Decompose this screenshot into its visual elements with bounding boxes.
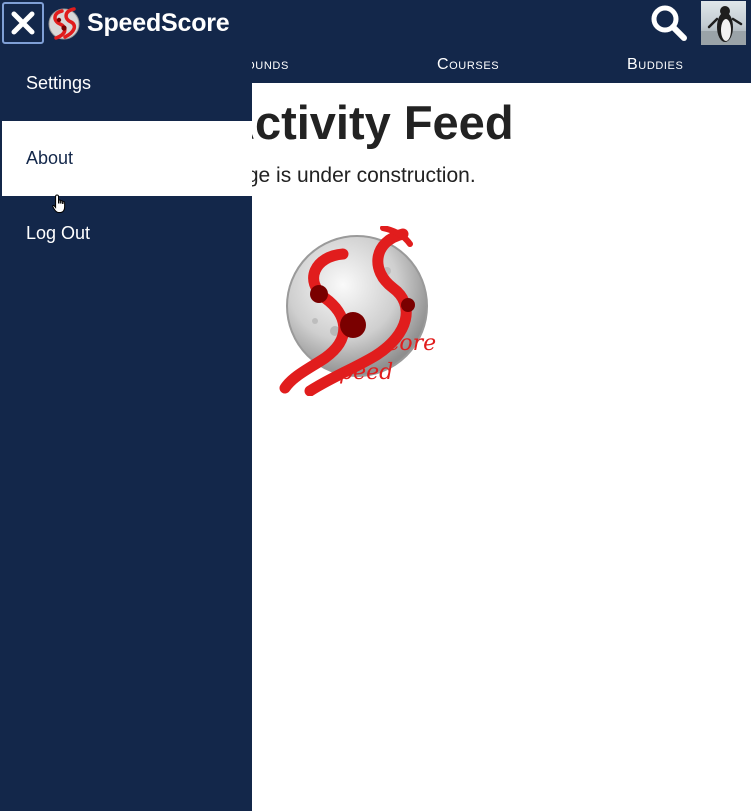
menu-item-about[interactable]: About [2,121,252,196]
close-icon [11,11,35,35]
page-title: Activity Feed [221,96,514,149]
tab-buddies[interactable]: Buddies [627,55,683,75]
search-icon [651,5,687,41]
logo-text-top: core [387,331,436,356]
side-menu: Settings About Log Out [0,46,252,811]
menu-item-label: About [26,148,74,168]
menu-item-label: Settings [26,73,92,93]
tab-courses[interactable]: Courses [437,55,499,75]
speedscore-logo: core peed [279,226,436,396]
user-avatar[interactable] [701,1,746,45]
penguin-avatar-icon [701,6,746,45]
menu-item-label: Log Out [26,223,91,243]
menu-item-log-out[interactable]: Log Out [2,196,252,271]
top-navbar: SpeedScore [0,0,751,46]
close-menu-button[interactable] [2,2,44,44]
brand-logo-icon [48,7,80,40]
menu-item-settings[interactable]: Settings [2,46,252,121]
search-button[interactable] [648,2,690,44]
logo-text-bottom: peed [339,360,393,385]
app-name[interactable]: SpeedScore [87,8,230,38]
